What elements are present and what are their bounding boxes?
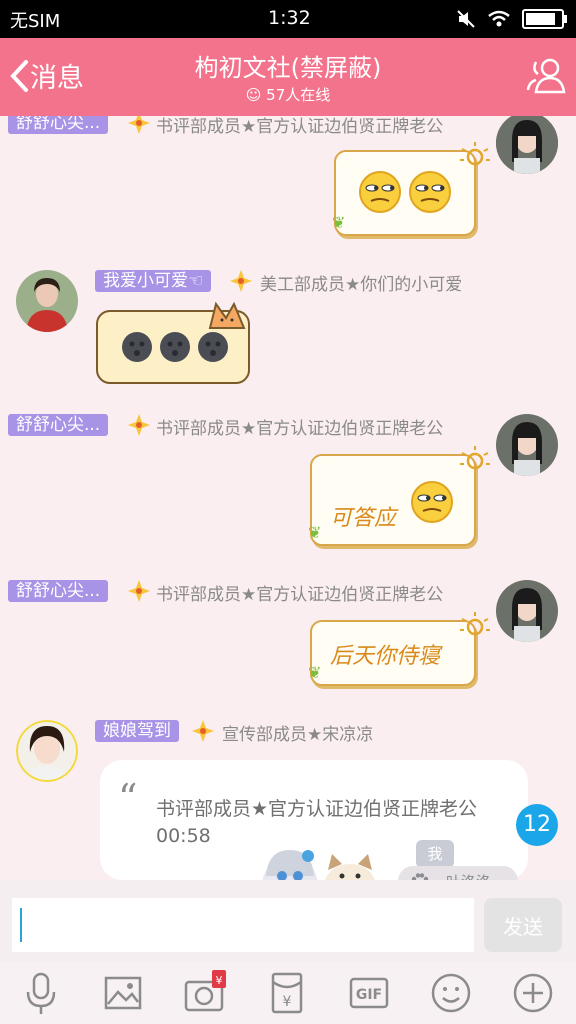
status-icons <box>456 8 567 30</box>
message-item: 舒舒心尖... 书评部成员★官方认证边伯贤正牌老公 可答应 ❦ <box>0 414 576 556</box>
red-packet-icon[interactable]: ¥ <box>264 970 310 1016</box>
chat-area[interactable]: 舒舒心尖... 书评部成员★官方认证边伯贤正牌老公 ❦ 我爱小可爱☜ 美工部成员… <box>0 116 576 880</box>
online-count: ☺ 57人在线 <box>0 84 576 105</box>
paw-icon <box>411 873 429 880</box>
text-caret <box>20 908 22 942</box>
sun-icon <box>460 446 490 470</box>
emoji-content <box>120 330 230 364</box>
camera-icon[interactable]: ¥ <box>182 970 228 1016</box>
svg-text:¥: ¥ <box>283 994 292 1010</box>
image-icon[interactable] <box>100 970 146 1016</box>
avatar[interactable] <box>496 580 558 642</box>
carrier-label: 无SIM <box>10 11 61 32</box>
user-card-name: 叶洛洛 <box>446 871 491 880</box>
wifi-icon <box>488 10 510 27</box>
mic-icon[interactable] <box>18 970 64 1016</box>
online-count-text: 57人在线 <box>266 86 331 104</box>
avatar[interactable] <box>496 116 558 174</box>
leaf-icon: ❦ <box>308 523 322 542</box>
diamond-icon <box>230 270 252 292</box>
smirk-face-icon <box>411 481 453 523</box>
avatar-image <box>16 270 78 332</box>
smirk-face-icon <box>409 171 451 213</box>
avatar[interactable] <box>496 414 558 476</box>
bottom-toolbar: ¥ ¥ GIF <box>0 962 576 1024</box>
smile-icon: ☺ <box>245 86 262 104</box>
sun-icon <box>460 612 490 636</box>
message-item: 舒舒心尖... 书评部成员★官方认证边伯贤正牌老公 后天你侍寝 ❦ <box>0 580 576 690</box>
chibi-sticker-icon <box>262 850 376 880</box>
diamond-icon <box>128 414 150 436</box>
battery-icon <box>522 9 567 29</box>
leaf-icon: ❦ <box>332 213 346 232</box>
member-title: 书评部成员★官方认证边伯贤正牌老公 <box>156 117 444 137</box>
member-title: 书评部成员★官方认证边伯贤正牌老公 <box>156 419 444 439</box>
leaf-icon: ❦ <box>308 663 322 682</box>
text-bubble[interactable]: 可答应 ❦ <box>308 446 490 546</box>
diamond-icon <box>128 116 150 134</box>
message-item: 我爱小可爱☜ 美工部成员★你们的小可爱 <box>0 270 576 396</box>
text-bubble[interactable]: 后天你侍寝 ❦ <box>308 612 490 686</box>
smirk-face-icon <box>359 171 401 213</box>
svg-text:GIF: GIF <box>356 987 382 1003</box>
moon-face-icon <box>198 332 228 362</box>
avatar[interactable] <box>16 270 78 332</box>
sender-name[interactable]: 我爱小可爱☜ <box>95 270 212 292</box>
member-title: 美工部成员★你们的小可爱 <box>260 275 463 295</box>
member-title: 书评部成员★官方认证边伯贤正牌老公 <box>156 585 444 605</box>
gif-icon[interactable]: GIF <box>346 970 392 1016</box>
unread-count-badge[interactable]: 12 <box>516 804 558 846</box>
avatar-image <box>496 414 558 476</box>
avatar-image <box>16 720 78 782</box>
cat-bubble[interactable] <box>96 301 250 384</box>
nav-bar: 消息 枸初文社(禁屏蔽) ☺ 57人在线 <box>0 38 576 116</box>
input-bar: 发送 <box>0 880 576 962</box>
member-title: 宣传部成员★宋凉凉 <box>222 725 374 745</box>
message-input[interactable] <box>12 898 474 952</box>
sender-name[interactable]: 舒舒心尖... <box>8 116 109 134</box>
emoji-content <box>358 170 452 214</box>
cat-ears-icon <box>208 301 246 329</box>
diamond-icon <box>128 580 150 602</box>
status-bar: 无SIM 1:32 <box>0 0 576 38</box>
send-button[interactable]: 发送 <box>484 898 562 952</box>
sender-name[interactable]: 娘娘驾到 <box>95 720 179 742</box>
message-text: 后天你侍寝 <box>330 644 441 669</box>
sender-name[interactable]: 舒舒心尖... <box>8 580 109 602</box>
emoji-icon[interactable] <box>428 970 474 1016</box>
quote-icon: “ <box>118 776 138 820</box>
clock: 1:32 <box>268 7 311 29</box>
svg-text:¥: ¥ <box>216 974 223 987</box>
mute-icon <box>457 10 475 28</box>
moon-face-icon <box>160 332 190 362</box>
avatar[interactable] <box>16 720 78 782</box>
page-title: 枸初文社(禁屏蔽) <box>194 54 382 82</box>
plus-icon[interactable] <box>510 970 556 1016</box>
user-card[interactable]: 叶洛洛 <box>398 866 518 880</box>
avatar-image <box>496 580 558 642</box>
message-text: 可答应 <box>330 506 397 531</box>
group-members-icon[interactable] <box>524 54 568 98</box>
moon-face-icon <box>122 332 152 362</box>
quoted-text: 书评部成员★官方认证边伯贤正牌老公 00:58 <box>156 798 478 847</box>
avatar-image <box>496 116 558 174</box>
emoji-bubble[interactable]: ❦ <box>332 142 490 236</box>
me-tag: 我 <box>416 840 454 868</box>
diamond-icon <box>192 720 214 742</box>
message-item: 舒舒心尖... 书评部成员★官方认证边伯贤正牌老公 ❦ <box>0 116 576 236</box>
sender-name[interactable]: 舒舒心尖... <box>8 414 109 436</box>
sun-icon <box>460 142 490 166</box>
